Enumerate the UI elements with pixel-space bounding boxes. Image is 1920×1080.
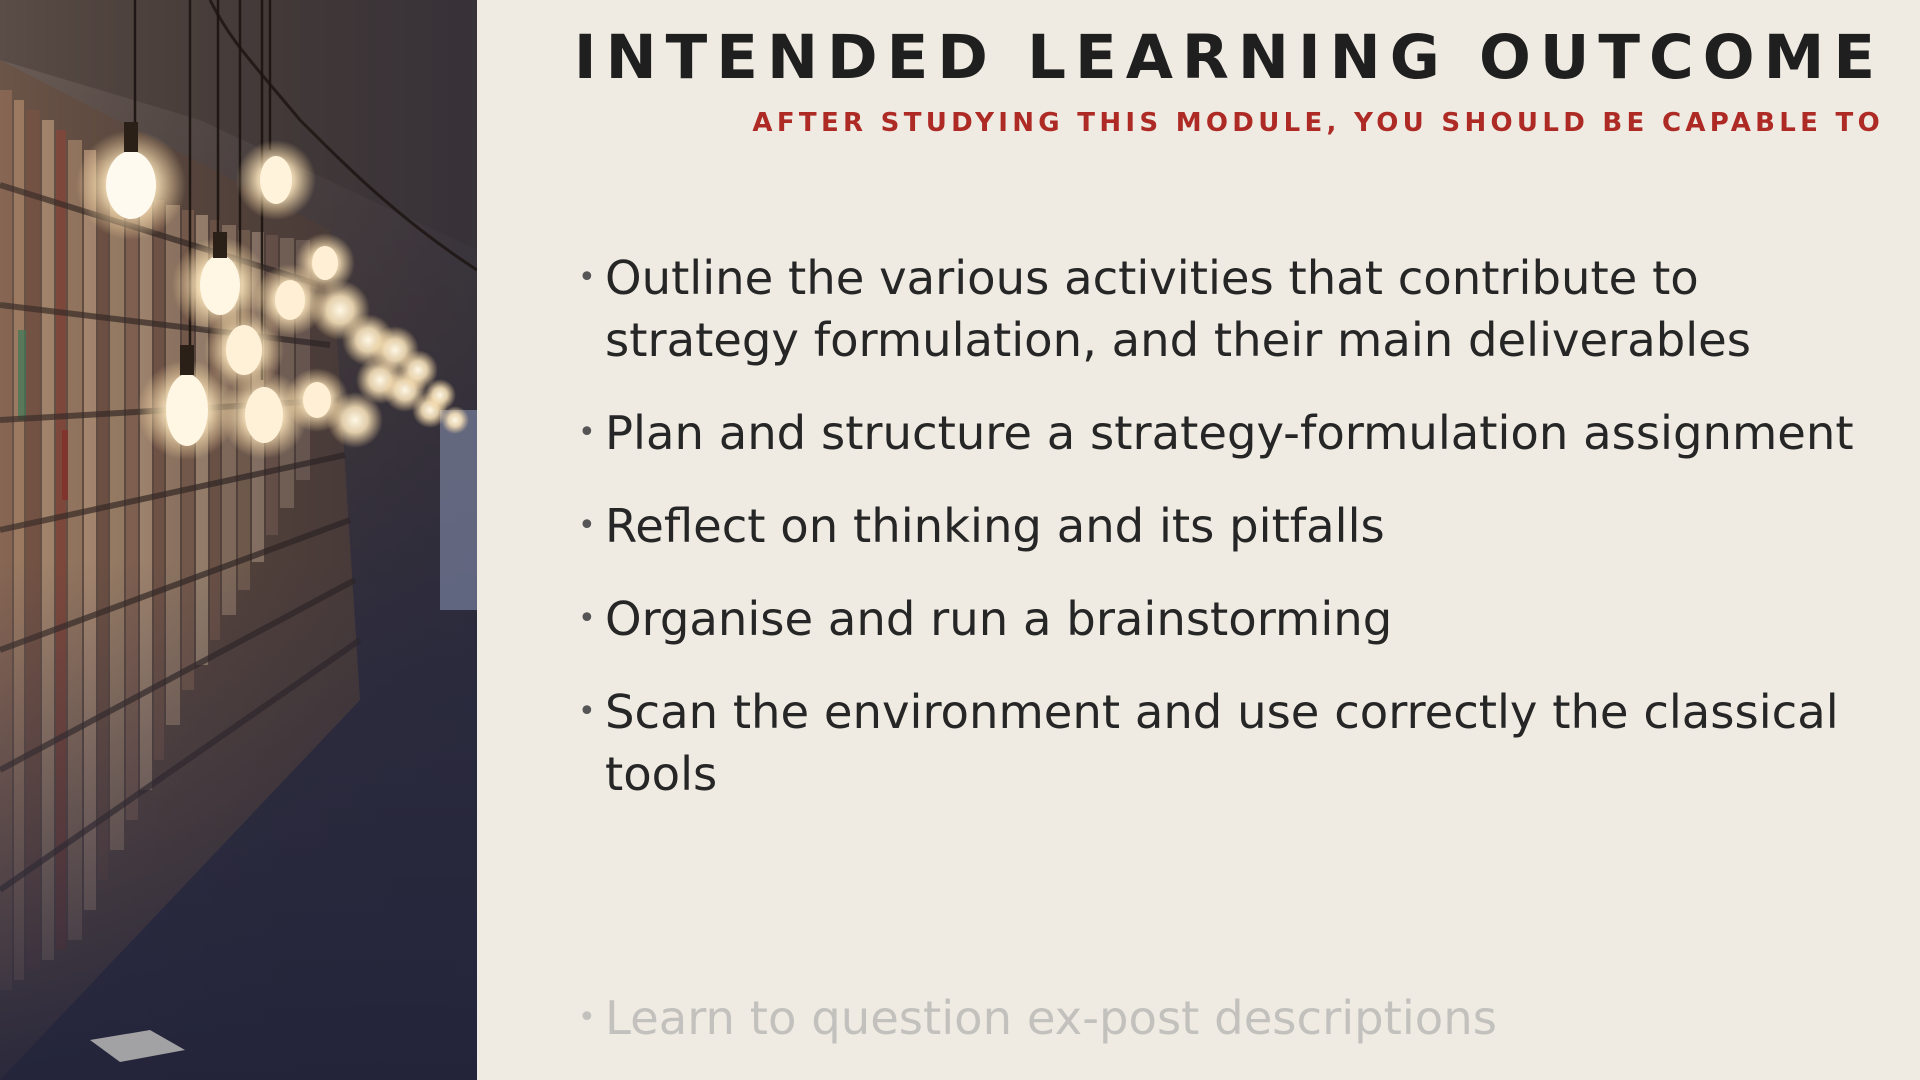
- outcome-text: Plan and structure a strategy-formulatio…: [605, 406, 1854, 460]
- bullet-icon: •: [578, 1000, 596, 1035]
- slide-subtitle: AFTER STUDYING THIS MODULE, YOU SHOULD B…: [752, 108, 1884, 138]
- outcome-item: • Scan the environment and use correctly…: [578, 681, 1878, 805]
- faded-outcome-text: Learn to question ex-post descriptions: [605, 991, 1497, 1045]
- slide: INTENDED LEARNING OUTCOME AFTER STUDYING…: [0, 0, 1920, 1080]
- outcome-text: Outline the various activities that cont…: [605, 251, 1751, 367]
- bullet-icon: •: [578, 694, 596, 729]
- bullet-icon: •: [578, 260, 596, 295]
- bullet-icon: •: [578, 415, 596, 450]
- outcome-item: • Plan and structure a strategy-formulat…: [578, 402, 1878, 464]
- library-bulbs-image: [0, 0, 477, 1080]
- faded-outcome-item: • Learn to question ex-post descriptions: [578, 987, 1497, 1049]
- bullet-icon: •: [578, 601, 596, 636]
- outcome-item: • Outline the various activities that co…: [578, 247, 1878, 371]
- outcome-list: • Outline the various activities that co…: [578, 247, 1878, 836]
- slide-title: INTENDED LEARNING OUTCOME: [573, 22, 1884, 93]
- outcome-item: • Reflect on thinking and its pitfalls: [578, 495, 1878, 557]
- bullet-icon: •: [578, 508, 596, 543]
- outcome-text: Organise and run a brainstorming: [605, 592, 1393, 646]
- library-photo: [0, 0, 477, 1080]
- outcome-text: Scan the environment and use correctly t…: [605, 685, 1839, 801]
- outcome-text: Reflect on thinking and its pitfalls: [605, 499, 1385, 553]
- outcome-item: • Organise and run a brainstorming: [578, 588, 1878, 650]
